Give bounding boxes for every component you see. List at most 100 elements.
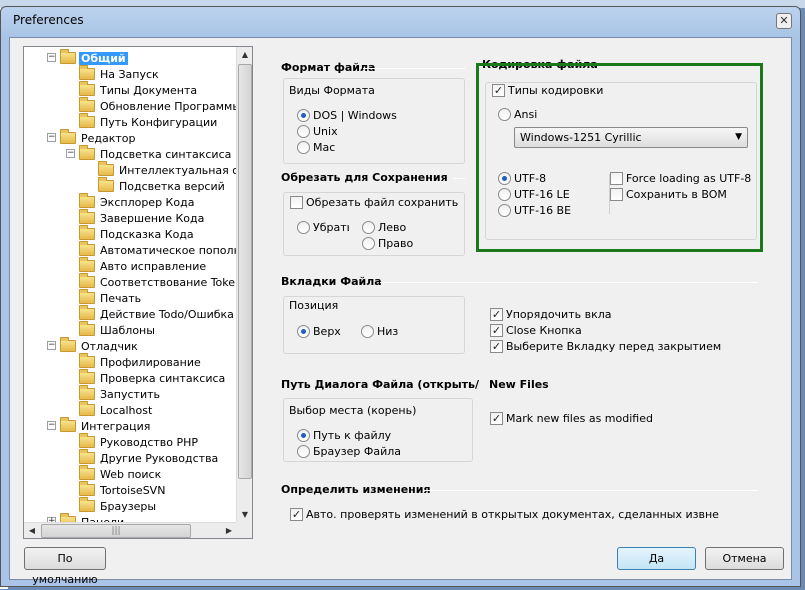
tree-node[interactable]: Автоматическое пополнение bbox=[79, 241, 237, 258]
collapse-icon[interactable]: − bbox=[47, 53, 56, 62]
tree-node[interactable]: Подсветка версий bbox=[98, 177, 227, 194]
scroll-up-icon[interactable]: ▲ bbox=[237, 47, 252, 63]
radio-tab-top[interactable] bbox=[297, 325, 310, 338]
encoding-types-checkbox[interactable]: ✓ bbox=[492, 84, 505, 97]
tree-node[interactable]: Браузеры bbox=[79, 497, 158, 514]
sort-tabs-checkbox[interactable]: ✓ bbox=[490, 308, 503, 321]
tree-node[interactable]: Проверка синтаксиса bbox=[79, 369, 227, 386]
tree-node-label: TortoiseSVN bbox=[100, 483, 166, 497]
collapse-icon[interactable]: − bbox=[47, 421, 56, 430]
radio-utf16be[interactable] bbox=[498, 204, 511, 217]
folder-icon bbox=[79, 113, 95, 128]
tree-node[interactable]: Web поиск bbox=[79, 465, 163, 482]
radio-tab-bottom[interactable] bbox=[361, 325, 374, 338]
folder-icon bbox=[79, 481, 95, 496]
tree-node[interactable]: Авто исправление bbox=[79, 257, 208, 274]
tree-node[interactable]: Запустить bbox=[79, 385, 162, 402]
encoding-types-label: Типы кодировки bbox=[508, 84, 604, 97]
radio-file-browser[interactable] bbox=[297, 445, 310, 458]
force-utf8-checkbox[interactable] bbox=[610, 172, 623, 185]
preferences-dialog: Preferences ✕ − Общий На Запуск Типы Докуме… bbox=[0, 6, 801, 587]
category-tree[interactable]: − Общий На Запуск Типы Документа Обновление … bbox=[23, 46, 253, 539]
scroll-down-icon[interactable]: ▼ bbox=[237, 507, 252, 523]
mark-new-files-checkbox[interactable]: ✓ bbox=[490, 412, 503, 425]
ok-button[interactable]: Да bbox=[617, 547, 696, 570]
radio-unix-label: Unix bbox=[313, 125, 338, 138]
window-title: Preferences bbox=[13, 13, 84, 27]
tree-node-label: Подсветка синтаксиса bbox=[100, 147, 232, 161]
radio-path-to-file-label: Путь к файлу bbox=[313, 429, 392, 442]
collapse-icon[interactable]: − bbox=[66, 149, 75, 158]
auto-detect-changes-checkbox[interactable]: ✓ bbox=[290, 508, 303, 521]
vertical-scroll-thumb[interactable] bbox=[238, 64, 252, 479]
tree-node[interactable]: На Запуск bbox=[79, 65, 161, 82]
save-bom-checkbox[interactable] bbox=[610, 188, 623, 201]
tree-node[interactable]: Типы Документа bbox=[79, 81, 199, 98]
scroll-left-icon[interactable]: ◀ bbox=[24, 523, 40, 538]
tree-node[interactable]: Другие Руководства bbox=[79, 449, 220, 466]
tree-node[interactable]: Шаблоны bbox=[79, 321, 157, 338]
tree-node-label: Руководство PHP bbox=[100, 435, 199, 449]
tree-node-label: Запустить bbox=[100, 387, 160, 401]
checkmark-icon: ✓ bbox=[491, 324, 502, 337]
tree-node[interactable]: Путь Конфигурации bbox=[79, 113, 219, 130]
tree-node[interactable]: − Интеграция bbox=[47, 417, 152, 434]
radio-utf16le-label: UTF-16 LE bbox=[514, 188, 570, 201]
scroll-right-icon[interactable]: ▶ bbox=[221, 523, 237, 538]
tree-node[interactable]: TortoiseSVN bbox=[79, 481, 167, 498]
radio-dos-windows[interactable] bbox=[297, 109, 310, 122]
tree-node[interactable]: Действие Todo/Ошибка bbox=[79, 305, 236, 322]
tree-node[interactable]: − Отладчик bbox=[47, 337, 140, 354]
tree-node[interactable]: Эксплорер Кода bbox=[79, 193, 196, 210]
tree-node[interactable]: Подсказка Кода bbox=[79, 225, 196, 242]
radio-mac[interactable] bbox=[297, 141, 310, 154]
tree-node[interactable]: − Подсветка синтаксиса bbox=[66, 145, 233, 162]
tree-node[interactable]: − Общий bbox=[47, 49, 128, 66]
radio-trim-remove[interactable] bbox=[297, 221, 310, 234]
select-tab-before-close-checkbox[interactable]: ✓ bbox=[490, 340, 503, 353]
radio-path-to-file[interactable] bbox=[297, 429, 310, 442]
tree-node[interactable]: Печать bbox=[79, 289, 143, 306]
close-button-checkbox[interactable]: ✓ bbox=[490, 324, 503, 337]
folder-icon bbox=[79, 209, 95, 224]
tree-horizontal-scrollbar[interactable]: ◀ ||| ▶ bbox=[24, 522, 237, 538]
tabs-divider bbox=[380, 282, 758, 283]
tree-vertical-scrollbar[interactable]: ▲ ▼ bbox=[236, 47, 252, 523]
tree-node[interactable]: Интеллектуальная остан bbox=[98, 161, 237, 178]
tree-node-label: Авто исправление bbox=[100, 259, 207, 273]
cancel-button[interactable]: Отмена bbox=[705, 547, 784, 570]
tree-node[interactable]: − Редактор bbox=[47, 129, 138, 146]
defaults-button[interactable]: По умолчанию bbox=[24, 547, 106, 586]
tree-node[interactable]: Завершение Кода bbox=[79, 209, 206, 226]
tree-node-label: Путь Конфигурации bbox=[100, 115, 218, 129]
tree-node[interactable]: Localhost bbox=[79, 401, 154, 418]
close-button[interactable]: ✕ bbox=[776, 13, 792, 29]
folder-icon bbox=[60, 417, 76, 432]
folder-icon bbox=[79, 369, 95, 384]
codepage-select[interactable]: Windows-1251 Cyrillic ▼ bbox=[514, 127, 748, 148]
collapse-icon[interactable]: − bbox=[47, 133, 56, 142]
horizontal-scroll-thumb[interactable]: ||| bbox=[41, 524, 191, 538]
file-format-header: Формат файла bbox=[281, 61, 376, 74]
tree-node[interactable]: Руководство PHP bbox=[79, 433, 200, 450]
collapse-icon[interactable]: − bbox=[47, 341, 56, 350]
close-icon: ✕ bbox=[779, 14, 789, 27]
tree-node-label: Профилирование bbox=[100, 355, 201, 369]
checkmark-icon: ✓ bbox=[491, 340, 502, 353]
radio-trim-left[interactable] bbox=[362, 221, 375, 234]
tabs-header: Вкладки Файла bbox=[281, 275, 382, 288]
tree-node-label: Действие Todo/Ошибка bbox=[100, 307, 234, 321]
radio-utf16le[interactable] bbox=[498, 188, 511, 201]
tree-node[interactable]: Профилирование bbox=[79, 353, 203, 370]
tree-node[interactable]: Обновление Программы bbox=[79, 97, 237, 114]
tree-node-label: Соответствование Tokens bbox=[100, 275, 237, 289]
tree-node[interactable]: Соответствование Tokens bbox=[79, 273, 237, 290]
sort-tabs-label: Упорядочить вкладк bbox=[506, 308, 611, 321]
trim-file-checkbox[interactable] bbox=[290, 196, 303, 209]
folder-icon bbox=[79, 193, 95, 208]
radio-unix[interactable] bbox=[297, 125, 310, 138]
radio-utf8[interactable] bbox=[498, 172, 511, 185]
radio-trim-remove-label: Убрать bbox=[313, 221, 349, 234]
radio-trim-right[interactable] bbox=[362, 237, 375, 250]
radio-ansi[interactable] bbox=[498, 108, 511, 121]
